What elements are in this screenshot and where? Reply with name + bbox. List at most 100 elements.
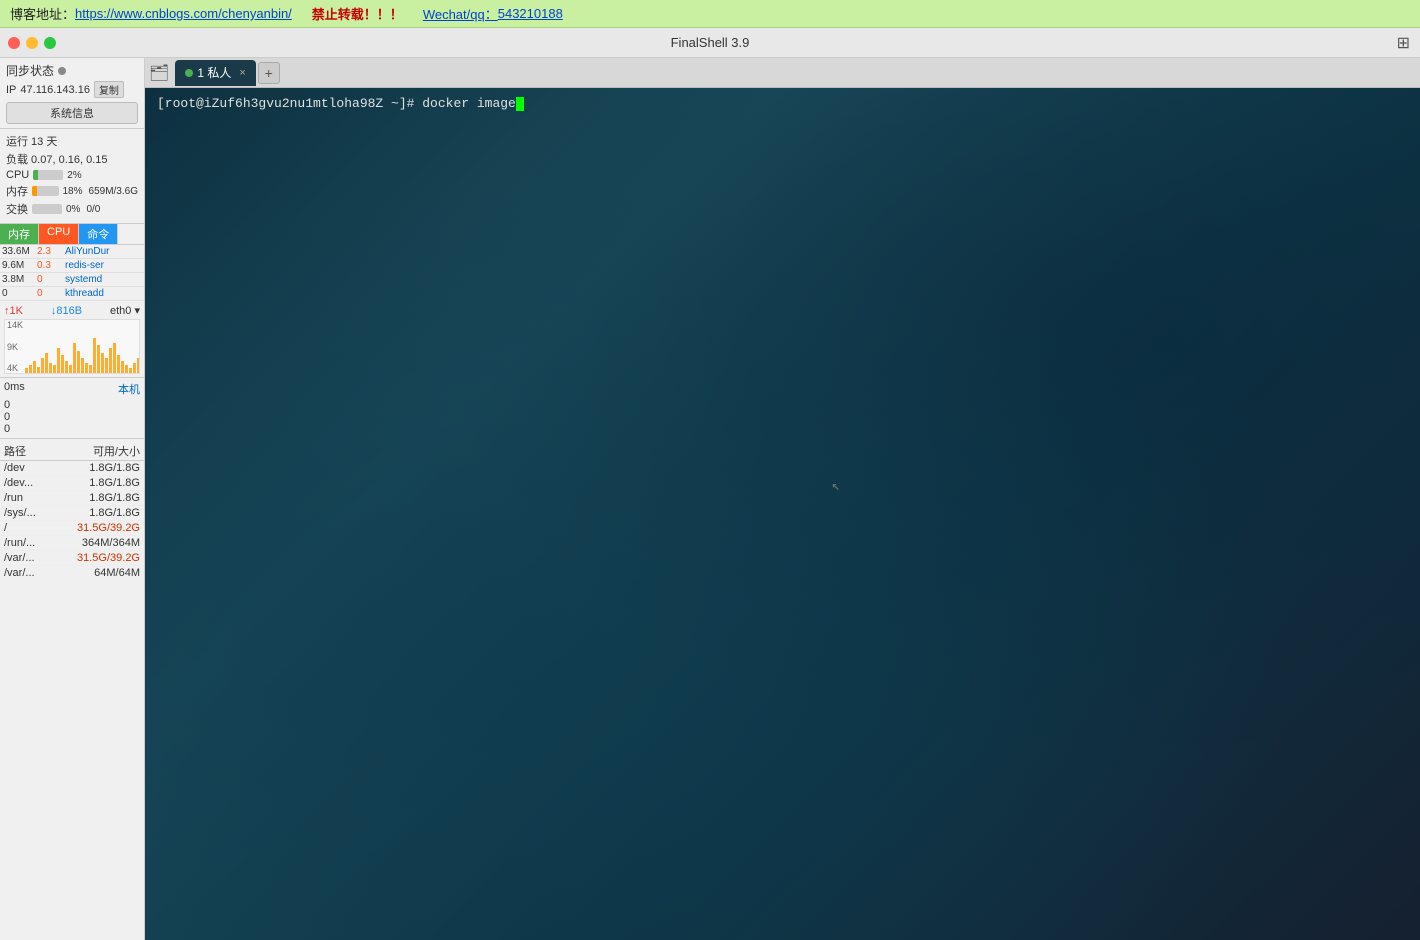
disk-size-3: 1.8G/1.8G [70,492,140,504]
app-title: FinalShell 3.9 [671,35,750,50]
net-bar-group-3 [37,367,40,373]
process-tabs: 内存 CPU 命令 [0,224,144,245]
net-up-value: ↑1K [4,305,23,317]
proc-name-1[interactable]: AliYunDur [65,246,142,257]
disk-row-8: /var/... 64M/64M [0,566,144,580]
cpu-label: CPU [6,169,29,181]
main-layout: 同步状态 IP 47.116.143.16 复制 系统信息 运行 13 天 负载… [0,58,1420,940]
ping-section: 0ms 本机 0 0 0 [0,378,144,439]
disk-row-3: /run 1.8G/1.8G [0,491,144,506]
proc-mem-1: 33.6M [2,246,37,257]
disk-section: 路径 可用/大小 /dev 1.8G/1.8G /dev... 1.8G/1.8… [0,439,144,940]
net-bar-group-26 [129,368,132,373]
ping-rows: 0 0 0 [4,399,140,435]
net-bar-group-19 [101,353,104,373]
proc-name-4[interactable]: kthreadd [65,288,142,299]
network-graph: 14K 9K 4K [4,319,140,374]
disk-path-1: /dev [4,462,66,474]
tab-command[interactable]: 命令 [79,224,118,244]
disk-path-5: / [4,522,66,534]
disk-size-col-header: 可用/大小 [70,443,140,459]
sidebar: 同步状态 IP 47.116.143.16 复制 系统信息 运行 13 天 负载… [0,58,145,940]
net-label-bot: 4K [7,363,23,373]
maximize-button[interactable] [44,37,56,49]
cpu-bar [33,170,38,180]
sidebar-top: 同步状态 IP 47.116.143.16 复制 系统信息 [0,58,144,129]
tab-memory[interactable]: 内存 [0,224,39,244]
sys-stats: 运行 13 天 负载 0.07, 0.16, 0.15 CPU 2% 内存 18… [0,129,144,224]
net-label-top: 14K [7,320,23,330]
proc-row-4: 0 0 kthreadd [0,287,144,301]
grid-icon[interactable]: ⊞ [1397,33,1410,53]
new-tab-button[interactable]: + [258,62,280,84]
net-interface: eth0 ▾ [110,304,140,317]
blog-url[interactable]: https://www.cnblogs.com/chenyanbin/ [75,6,292,21]
folder-icon[interactable]: 🗂 [149,63,169,83]
proc-mem-2: 9.6M [2,260,37,271]
minimize-button[interactable] [26,37,38,49]
swap-value: 0/0 [86,204,100,215]
swap-bar-container [32,204,62,214]
disk-size-2: 1.8G/1.8G [70,477,140,489]
ping-row-3: 0 [4,423,140,435]
ping-header: 0ms 本机 [4,381,140,397]
cpu-bar-container [33,170,63,180]
proc-row-2: 9.6M 0.3 redis-ser [0,259,144,273]
net-bar-group-15 [85,363,88,373]
terminal-content[interactable]: [root@iZuf6h3gvu2nu1mtloha98Z ~]# docker… [145,88,1420,940]
close-button[interactable] [8,37,20,49]
disk-row-5: / 31.5G/39.2G [0,521,144,536]
terminal-prompt[interactable]: [root@iZuf6h3gvu2nu1mtloha98Z ~]# docker… [157,96,1408,111]
copy-ip-button[interactable]: 复制 [94,81,124,98]
proc-row-3: 3.8M 0 systemd [0,273,144,287]
swap-label: 交换 [6,201,28,217]
disk-row-1: /dev 1.8G/1.8G [0,461,144,476]
ip-label: IP [6,84,16,96]
net-bar-group-27 [133,363,136,373]
ip-row: IP 47.116.143.16 复制 [6,81,138,98]
net-bar-group-14 [81,358,84,373]
disk-row-6: /run/... 364M/364M [0,536,144,551]
terminal-background [145,88,1420,940]
net-bars [25,320,139,373]
disk-size-5: 31.5G/39.2G [70,522,140,534]
net-bar-group-16 [89,365,92,373]
disk-header: 路径 可用/大小 [0,442,144,461]
net-bar-group-23 [117,355,120,373]
net-bar-group-17 [93,338,96,373]
ping-local: 本机 [118,381,140,397]
wechat-num: 543210188 [498,6,563,21]
network-section: ↑1K ↓816B eth0 ▾ 14K 9K 4K [0,301,144,378]
cpu-stat-row: CPU 2% [6,169,138,181]
net-bar-group-5 [45,353,48,373]
ping-row-1: 0 [4,399,140,411]
wechat-label: Wechat/qq： [423,4,498,23]
net-bar-group-11 [69,365,72,373]
blog-label: 博客地址： [10,4,75,23]
net-bar-group-28 [137,358,140,373]
terminal-tab-1[interactable]: 1 私人 × [175,60,255,86]
chevron-down-icon[interactable]: ▾ [134,305,140,317]
disk-path-8: /var/... [4,567,66,579]
top-banner: 博客地址： https://www.cnblogs.com/chenyanbin… [0,0,1420,28]
disk-size-1: 1.8G/1.8G [70,462,140,474]
terminal-panel: 🗂 1 私人 × + [root@iZuf6h3gvu2nu1mtloha98Z… [145,58,1420,940]
disk-path-2: /dev... [4,477,66,489]
cpu-percent: 2% [67,170,81,181]
prompt-text: [root@iZuf6h3gvu2nu1mtloha98Z ~]# docker… [157,96,516,111]
net-bar-group-1 [29,365,32,373]
disk-row-2: /dev... 1.8G/1.8G [0,476,144,491]
sysinfo-button[interactable]: 系统信息 [6,102,138,124]
disk-row-4: /sys/... 1.8G/1.8G [0,506,144,521]
proc-name-3[interactable]: systemd [65,274,142,285]
net-bar-group-2 [33,361,36,373]
tab-close-button[interactable]: × [239,67,245,79]
proc-row-1: 33.6M 2.3 AliYunDur [0,245,144,259]
net-bar-group-24 [121,361,124,373]
net-bar-group-10 [65,361,68,373]
tab-cpu[interactable]: CPU [39,224,79,244]
proc-name-2[interactable]: redis-ser [65,260,142,271]
tab-bar: 🗂 1 私人 × + [145,58,1420,88]
disk-size-4: 1.8G/1.8G [70,507,140,519]
disk-row-7: /var/... 31.5G/39.2G [0,551,144,566]
